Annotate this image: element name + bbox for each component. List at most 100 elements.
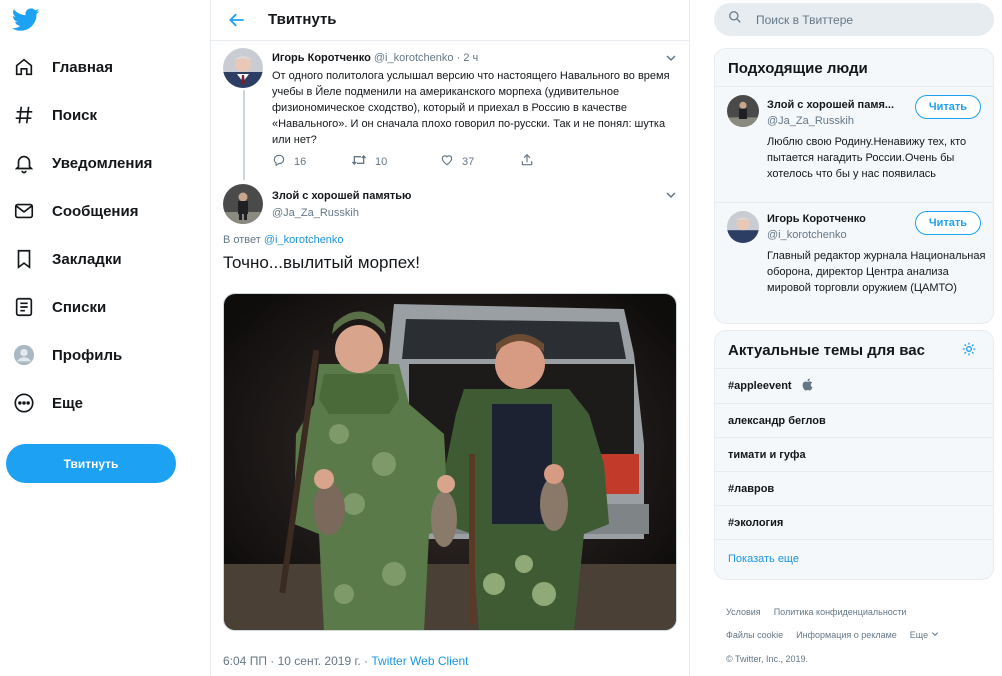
bell-icon bbox=[12, 151, 36, 175]
retweet-button[interactable]: 10 bbox=[351, 153, 387, 170]
nav-label: Поиск bbox=[52, 106, 98, 124]
retweet-count: 10 bbox=[375, 155, 388, 168]
nav-explore[interactable]: Поиск bbox=[12, 95, 97, 135]
apple-icon bbox=[801, 378, 813, 396]
main-column: Твитнуть Игорь Коротченко @i_korotchenko… bbox=[210, 0, 690, 676]
tweet-meta: 6:04 ПП · 10 сент. 2019 г. · Twitter Web… bbox=[223, 654, 469, 668]
tweet-timestamp[interactable]: 6:04 ПП · 10 сент. 2019 г. · bbox=[223, 654, 368, 668]
retweet-icon bbox=[351, 153, 367, 170]
user-name[interactable]: Игорь Коротченко bbox=[767, 213, 866, 225]
like-button[interactable]: 37 bbox=[440, 153, 474, 170]
nav-label: Закладки bbox=[52, 250, 122, 268]
tweet-author-line: Игорь Коротченко @i_korotchenko · 2 ч bbox=[272, 52, 478, 64]
nav-profile[interactable]: Профиль bbox=[12, 335, 122, 375]
footer-link-more[interactable]: Еще bbox=[910, 630, 928, 640]
nav-messages[interactable]: Сообщения bbox=[12, 191, 138, 231]
nav-label: Уведомления bbox=[52, 154, 153, 172]
author-handle[interactable]: @i_korotchenko bbox=[374, 52, 454, 64]
tweet-time[interactable]: 2 ч bbox=[463, 52, 478, 64]
page-header: Твитнуть bbox=[211, 0, 689, 41]
who-to-follow-panel: Подходящие люди Злой с хорошей памя... @… bbox=[714, 48, 994, 324]
avatar[interactable] bbox=[223, 184, 263, 224]
user-handle[interactable]: @i_korotchenko bbox=[767, 229, 847, 241]
footer-row: Условия Политика конфиденциальности bbox=[726, 607, 906, 617]
search-box[interactable] bbox=[714, 3, 994, 36]
avatar[interactable] bbox=[727, 211, 759, 243]
reply-count: 16 bbox=[294, 155, 307, 168]
chevron-down-icon[interactable] bbox=[665, 188, 677, 200]
search-icon bbox=[728, 10, 742, 29]
avatar[interactable] bbox=[727, 95, 759, 127]
divider bbox=[715, 86, 993, 87]
footer-link-ads-info[interactable]: Информация о рекламе bbox=[796, 630, 897, 640]
nav-label: Главная bbox=[52, 58, 114, 76]
user-bio: Главный редактор журнала Национальная об… bbox=[767, 250, 986, 294]
page-title: Твитнуть bbox=[268, 11, 337, 28]
author-name[interactable]: Игорь Коротченко bbox=[272, 52, 371, 64]
user-handle[interactable]: @Ja_Za_Russkih bbox=[767, 115, 854, 127]
tweet-client-link[interactable]: Twitter Web Client bbox=[371, 654, 468, 668]
gear-icon[interactable] bbox=[961, 341, 977, 357]
tweet-photo[interactable] bbox=[223, 293, 677, 631]
nav-label: Еще bbox=[52, 394, 84, 412]
back-arrow-icon[interactable] bbox=[227, 10, 247, 30]
trend-label: #appleevent bbox=[728, 380, 792, 392]
like-count: 37 bbox=[462, 155, 475, 168]
list-icon bbox=[12, 295, 36, 319]
trend-label: тимати и гуфа bbox=[728, 449, 806, 461]
trend-label: александр беглов bbox=[728, 415, 826, 427]
tweet-button[interactable]: Твитнуть bbox=[6, 444, 176, 483]
divider bbox=[715, 202, 993, 203]
nav-label: Сообщения bbox=[52, 202, 139, 220]
reply-icon bbox=[272, 153, 286, 170]
footer-link-terms[interactable]: Условия bbox=[726, 607, 761, 617]
nav-bookmarks[interactable]: Закладки bbox=[12, 239, 122, 279]
separator-dot: · bbox=[456, 52, 461, 64]
nav-home[interactable]: Главная bbox=[12, 47, 113, 87]
more-icon bbox=[12, 391, 36, 415]
reply-context: В ответ @i_korotchenko bbox=[223, 234, 344, 246]
nav-more[interactable]: Еще bbox=[12, 383, 83, 423]
reply-button[interactable]: 16 bbox=[272, 153, 306, 170]
trend-item[interactable]: #appleevent bbox=[715, 369, 993, 403]
author-name[interactable]: Злой с хорошей памятью bbox=[272, 190, 411, 202]
trend-item[interactable]: александр беглов bbox=[715, 404, 993, 438]
tweet-text: Точно...вылитый морпех! bbox=[223, 253, 421, 272]
profile-icon bbox=[12, 343, 36, 367]
trends-panel: Актуальные темы для вас #appleevent алек… bbox=[714, 330, 994, 580]
share-button[interactable] bbox=[520, 153, 534, 170]
reply-prefix: В ответ bbox=[223, 234, 261, 246]
chevron-down-icon[interactable] bbox=[665, 51, 677, 63]
nav-label: Списки bbox=[52, 298, 107, 316]
hashtag-icon bbox=[12, 103, 36, 127]
show-more-link[interactable]: Показать еще bbox=[728, 553, 799, 565]
author-handle[interactable]: @Ja_Za_Russkih bbox=[272, 207, 359, 219]
panel-title: Актуальные темы для вас bbox=[728, 342, 925, 359]
nav-lists[interactable]: Списки bbox=[12, 287, 106, 327]
user-name[interactable]: Злой с хорошей памя... bbox=[767, 99, 894, 111]
trend-item[interactable]: тимати и гуфа bbox=[715, 438, 993, 472]
trend-item[interactable]: #экология bbox=[715, 506, 993, 540]
bookmark-icon bbox=[12, 247, 36, 271]
user-bio: Люблю свою Родину.Ненавижу тех, кто пыта… bbox=[767, 136, 967, 180]
search-input[interactable] bbox=[754, 11, 978, 28]
avatar[interactable] bbox=[223, 48, 263, 88]
reply-to-link[interactable]: @i_korotchenko bbox=[264, 234, 344, 246]
heart-icon bbox=[440, 153, 454, 170]
footer-link-cookies[interactable]: Файлы cookie bbox=[726, 630, 783, 640]
envelope-icon bbox=[12, 199, 36, 223]
nav-notifications[interactable]: Уведомления bbox=[12, 143, 152, 183]
follow-button[interactable]: Читать bbox=[915, 95, 981, 119]
trend-label: #лавров bbox=[728, 483, 775, 495]
thread-connector bbox=[243, 90, 245, 180]
trend-item[interactable]: #лавров bbox=[715, 472, 993, 506]
trend-label: #экология bbox=[728, 517, 784, 529]
follow-button[interactable]: Читать bbox=[915, 211, 981, 235]
footer-link-privacy[interactable]: Политика конфиденциальности bbox=[774, 607, 907, 617]
tweet-text: От одного политолога услышал версию что … bbox=[272, 70, 670, 146]
divider bbox=[715, 539, 993, 540]
chevron-down-icon[interactable] bbox=[931, 630, 939, 640]
twitter-logo-icon[interactable] bbox=[11, 8, 40, 32]
panel-title: Подходящие люди bbox=[728, 60, 868, 77]
copyright: © Twitter, Inc., 2019. bbox=[726, 654, 809, 664]
